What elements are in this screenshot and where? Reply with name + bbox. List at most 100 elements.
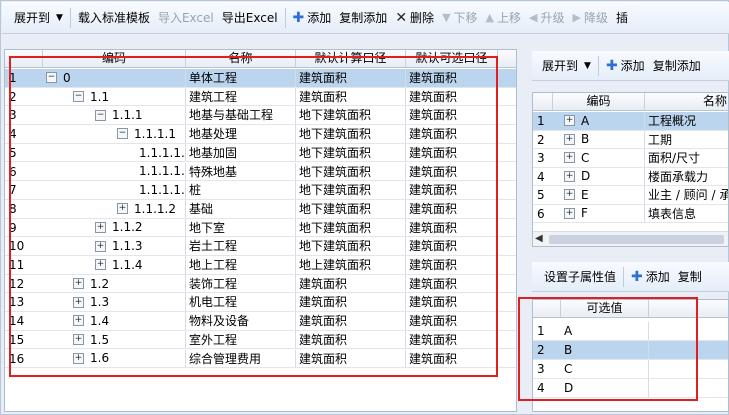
- name-cell[interactable]: 桩: [186, 181, 296, 199]
- table-row[interactable]: 3 + C 面积/尺寸: [533, 149, 728, 168]
- expand-icon[interactable]: +: [73, 315, 84, 327]
- calc-scope-cell[interactable]: 地下建筑面积: [296, 218, 406, 237]
- calc-scope-cell[interactable]: 地下建筑面积: [296, 143, 406, 162]
- expand-icon[interactable]: +: [73, 334, 84, 346]
- attribute-name[interactable]: 业主 / 顾问 / 承: [645, 186, 728, 204]
- calc-scope-cell[interactable]: 建筑面积: [296, 330, 406, 349]
- calc-scope-cell[interactable]: 地下建筑面积: [296, 162, 406, 181]
- expand-icon[interactable]: +: [564, 207, 575, 219]
- name-cell[interactable]: 物料及设备: [186, 312, 296, 330]
- option-value[interactable]: C: [561, 360, 649, 378]
- calc-scope-cell[interactable]: 建筑面积: [296, 87, 406, 106]
- export-excel-button[interactable]: 导出Excel: [218, 2, 282, 33]
- name-cell[interactable]: 装饰工程: [186, 274, 296, 293]
- column-header-code[interactable]: 编码: [553, 93, 645, 110]
- expand-to-dropdown-right[interactable]: 展开到 ▼: [532, 51, 595, 80]
- table-row[interactable]: 2−1.1 建筑工程 建筑面积 建筑面积: [5, 87, 516, 107]
- calc-scope-cell[interactable]: 建筑面积: [296, 312, 406, 330]
- table-row[interactable]: 16 +1.6 综合管理费用 建筑面积 建筑面积: [5, 349, 516, 369]
- option-scope-cell[interactable]: 建筑面积: [406, 274, 498, 293]
- calc-scope-cell[interactable]: 地下建筑面积: [296, 199, 406, 218]
- promote-button[interactable]: ◀ 升级: [525, 2, 568, 33]
- calc-scope-cell[interactable]: 建筑面积: [296, 69, 406, 87]
- table-row[interactable]: 6 + F 填表信息: [533, 204, 728, 224]
- name-cell[interactable]: 地下室: [186, 218, 296, 237]
- expand-icon[interactable]: +: [95, 240, 106, 252]
- calc-scope-cell[interactable]: 地下建筑面积: [296, 237, 406, 255]
- option-scope-cell[interactable]: 建筑面积: [406, 349, 498, 368]
- attribute-name[interactable]: 工期: [645, 131, 728, 149]
- expand-icon[interactable]: +: [117, 203, 128, 215]
- calc-scope-cell[interactable]: 地下建筑面积: [296, 125, 406, 143]
- collapse-icon[interactable]: −: [117, 128, 128, 140]
- demote-button[interactable]: ▶ 降级: [569, 2, 612, 33]
- table-row[interactable]: 8 +1.1.1.2 基础 地下建筑面积 建筑面积: [5, 199, 516, 219]
- expand-icon[interactable]: +: [73, 352, 84, 364]
- column-header-name[interactable]: 名称: [645, 93, 728, 110]
- option-scope-cell[interactable]: 建筑面积: [406, 199, 498, 218]
- option-value[interactable]: A: [561, 322, 649, 340]
- expand-icon[interactable]: +: [564, 115, 575, 127]
- name-cell[interactable]: 地基加固: [186, 143, 296, 162]
- name-cell[interactable]: 室外工程: [186, 330, 296, 349]
- option-scope-cell[interactable]: 建筑面积: [406, 69, 498, 87]
- table-row[interactable]: 13 +1.3 机电工程 建筑面积 建筑面积: [5, 293, 516, 313]
- name-cell[interactable]: 综合管理费用: [186, 349, 296, 368]
- column-header-calc[interactable]: 默认计算口径: [296, 50, 406, 67]
- calc-scope-cell[interactable]: 建筑面积: [296, 274, 406, 293]
- name-cell[interactable]: 地基处理: [186, 125, 296, 143]
- name-cell[interactable]: 单体工程: [186, 69, 296, 87]
- table-row[interactable]: 7 1.1.1.1.3桩地下建筑面积建筑面积: [5, 181, 516, 200]
- expand-to-dropdown[interactable]: 展开到 ▼: [2, 2, 67, 33]
- arrow-left-icon[interactable]: ◀: [535, 233, 543, 244]
- option-scope-cell[interactable]: 建筑面积: [406, 181, 498, 199]
- calc-scope-cell[interactable]: 地上建筑面积: [296, 256, 406, 274]
- table-row[interactable]: 4 + D 楼面承载力: [533, 167, 728, 187]
- expand-icon[interactable]: +: [95, 221, 106, 233]
- name-cell[interactable]: 建筑工程: [186, 87, 296, 106]
- expand-icon[interactable]: +: [564, 170, 575, 182]
- collapse-icon[interactable]: −: [95, 109, 106, 121]
- option-scope-cell[interactable]: 建筑面积: [406, 312, 498, 330]
- column-header-option[interactable]: 默认可选口径: [406, 50, 498, 67]
- insert-button[interactable]: 插: [612, 2, 632, 33]
- option-scope-cell[interactable]: 建筑面积: [406, 125, 498, 143]
- calc-scope-cell[interactable]: 地下建筑面积: [296, 181, 406, 199]
- attribute-name[interactable]: 面积/尺寸: [645, 149, 728, 167]
- option-scope-cell[interactable]: 建筑面积: [406, 162, 498, 181]
- option-scope-cell[interactable]: 建筑面积: [406, 218, 498, 237]
- name-cell[interactable]: 地基与基础工程: [186, 106, 296, 125]
- table-row[interactable]: 4−1.1.1.1 地基处理 地下建筑面积 建筑面积: [5, 125, 516, 144]
- add-button[interactable]: ✚ 添加: [289, 2, 336, 33]
- option-scope-cell[interactable]: 建筑面积: [406, 293, 498, 312]
- load-template-button[interactable]: 载入标准模板: [74, 2, 154, 33]
- option-value[interactable]: B: [561, 341, 649, 359]
- move-down-button[interactable]: ▼ 下移: [438, 2, 481, 33]
- calc-scope-cell[interactable]: 地下建筑面积: [296, 106, 406, 125]
- name-cell[interactable]: 岩土工程: [186, 237, 296, 255]
- name-cell[interactable]: 机电工程: [186, 293, 296, 312]
- attribute-name[interactable]: 工程概况: [645, 112, 728, 130]
- expand-icon[interactable]: +: [564, 152, 575, 164]
- option-scope-cell[interactable]: 建筑面积: [406, 256, 498, 274]
- table-row[interactable]: 12 +1.2 装饰工程 建筑面积 建筑面积: [5, 274, 516, 294]
- option-scope-cell[interactable]: 建筑面积: [406, 237, 498, 255]
- calc-scope-cell[interactable]: 建筑面积: [296, 349, 406, 368]
- table-row[interactable]: 6 1.1.1.1.2特殊地基地下建筑面积建筑面积: [5, 162, 516, 182]
- attribute-name[interactable]: 填表信息: [645, 205, 728, 223]
- column-header-code[interactable]: 编码: [43, 50, 186, 67]
- list-item[interactable]: 3C: [533, 360, 728, 379]
- delete-button[interactable]: ✕ 删除: [391, 2, 438, 33]
- expand-icon[interactable]: +: [564, 133, 575, 145]
- table-row[interactable]: 1 + A 工程概况: [533, 112, 728, 131]
- add-attribute-button[interactable]: ✚ 添加: [602, 51, 649, 80]
- table-row[interactable]: 2 + B 工期: [533, 130, 728, 150]
- option-scope-cell[interactable]: 建筑面积: [406, 330, 498, 349]
- name-cell[interactable]: 特殊地基: [186, 162, 296, 181]
- collapse-icon[interactable]: −: [73, 91, 84, 103]
- copy-add-button[interactable]: 复制添加: [335, 2, 391, 33]
- table-row[interactable]: 10 +1.1.3 岩土工程 地下建筑面积 建筑面积: [5, 237, 516, 256]
- import-excel-button[interactable]: 导入Excel: [154, 2, 218, 33]
- set-child-value-button[interactable]: 设置子属性值: [532, 262, 620, 291]
- expand-icon[interactable]: +: [73, 296, 84, 308]
